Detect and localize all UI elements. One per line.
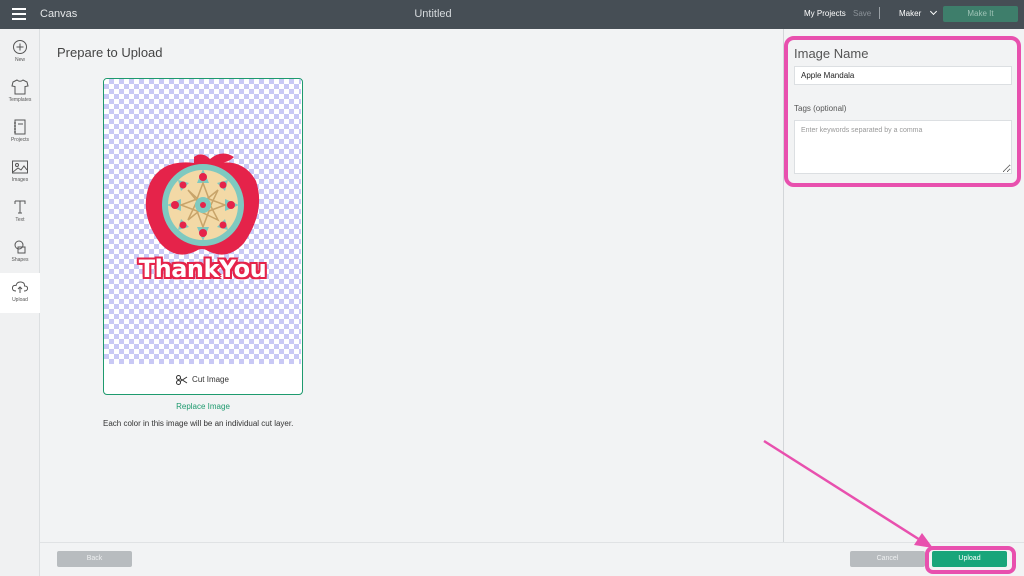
main-panel: Prepare to Upload ThankYou Cut Image Rep…: [40, 29, 783, 542]
plus-circle-icon: [13, 40, 27, 54]
shapes-icon: [14, 240, 26, 254]
machine-label: Maker: [899, 9, 922, 18]
notebook-icon: [14, 119, 26, 135]
sidebar-item-label: Images: [11, 177, 29, 183]
apple-mandala-artwork: [145, 153, 260, 255]
sidebar-item-label: Text: [15, 217, 25, 223]
cut-layer-note: Each color in this image will be an indi…: [103, 419, 294, 428]
thankyou-text-art: ThankYou: [138, 255, 267, 283]
sidebar-item-label: Projects: [10, 137, 30, 143]
cancel-button[interactable]: Cancel: [850, 551, 925, 567]
cut-image-label: Cut Image: [192, 375, 229, 384]
cut-image-option[interactable]: Cut Image: [104, 366, 301, 394]
machine-select[interactable]: Maker: [899, 7, 938, 18]
sidebar-item-text[interactable]: Text: [0, 193, 40, 233]
topbar-divider: [879, 7, 880, 19]
sidebar-item-templates[interactable]: Templates: [0, 73, 40, 113]
sidebar-item-projects[interactable]: Projects: [0, 113, 40, 153]
my-projects-link[interactable]: My Projects: [804, 9, 846, 18]
save-link[interactable]: Save: [853, 9, 871, 18]
chevron-down-icon: [930, 7, 938, 16]
image-icon: [12, 160, 28, 174]
replace-image-link[interactable]: Replace Image: [103, 402, 303, 411]
make-it-button[interactable]: Make It: [943, 6, 1018, 22]
back-button[interactable]: Back: [57, 551, 132, 567]
sidebar-item-label: Templates: [8, 97, 32, 103]
sidebar-item-label: Upload: [12, 297, 28, 303]
sidebar-item-label: New: [14, 57, 25, 63]
sidebar-item-images[interactable]: Images: [0, 153, 40, 193]
text-icon: [14, 200, 26, 214]
sidebar-item-new[interactable]: New: [0, 33, 40, 73]
page-title: Prepare to Upload: [57, 45, 163, 60]
form-highlight-annotation: [784, 36, 1021, 187]
left-sidebar: New Templates Projects Images Text Shape…: [0, 29, 40, 576]
scissors-icon: [176, 374, 188, 385]
sidebar-item-shapes[interactable]: Shapes: [0, 233, 40, 273]
sidebar-item-upload[interactable]: Upload: [0, 273, 40, 313]
image-preview-card: ThankYou Cut Image: [103, 78, 303, 395]
sidebar-item-label: Shapes: [11, 257, 29, 263]
tshirt-icon: [11, 79, 29, 95]
cloud-upload-icon: [11, 281, 29, 293]
upload-highlight-annotation: [925, 546, 1016, 574]
top-bar: Canvas Untitled My Projects Save Maker M…: [0, 0, 1024, 29]
document-title: Untitled: [414, 8, 452, 20]
